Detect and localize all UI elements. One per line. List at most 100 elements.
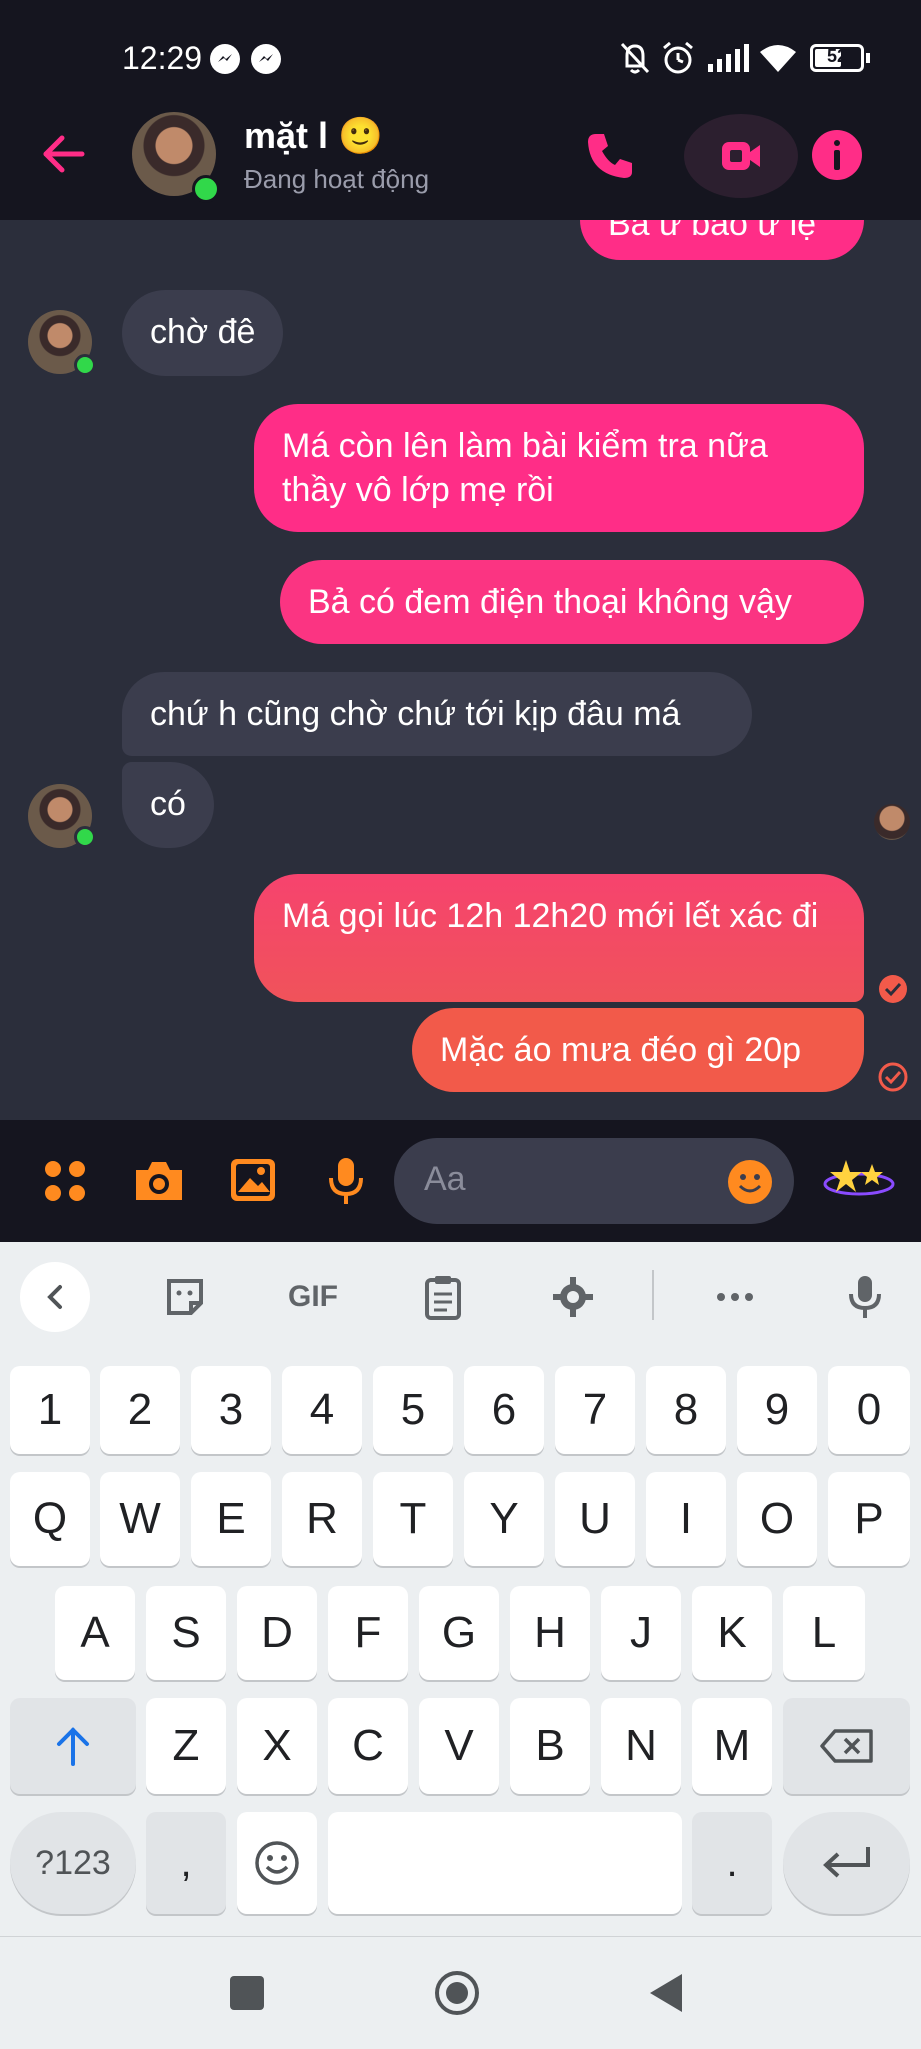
message-input-placeholder: Aa [424,1160,466,1198]
toolbar-divider [652,1270,654,1320]
key-r[interactable]: R [282,1472,362,1566]
key-q[interactable]: Q [10,1472,90,1566]
key-b[interactable]: B [510,1698,590,1794]
battery-tip [866,53,870,63]
gif-button[interactable]: GIF [278,1262,348,1332]
key-u[interactable]: U [555,1472,635,1566]
sent-check-icon [878,1062,908,1097]
key-5[interactable]: 5 [373,1366,453,1454]
message-bubble-in[interactable]: chứ h cũng chờ chứ tới kịp đâu má [122,672,752,756]
key-e[interactable]: E [191,1472,271,1566]
contact-name[interactable]: mặt l 🙂 [244,115,383,157]
key-8[interactable]: 8 [646,1366,726,1454]
back-arrow-icon[interactable] [40,130,88,183]
key-y[interactable]: Y [464,1472,544,1566]
online-indicator [74,826,96,848]
symbols-key[interactable]: ?123 [10,1812,136,1914]
message-bubble-out[interactable]: Bả ừ bảo ừ lệ [580,220,864,260]
key-0[interactable]: 0 [828,1366,910,1454]
message-text: Má gọi lúc 12h 12h20 mới lết xác đi [282,897,819,935]
key-4[interactable]: 4 [282,1366,362,1454]
enter-key[interactable] [783,1812,910,1914]
space-bar[interactable] [328,1812,682,1914]
sent-check-icon [878,974,908,1009]
phone-icon[interactable] [584,130,636,187]
key-s[interactable]: S [146,1586,226,1680]
key-a[interactable]: A [55,1586,135,1680]
more-icon[interactable] [700,1262,770,1332]
alarm-icon [660,40,696,81]
key-1[interactable]: 1 [10,1366,90,1454]
online-indicator [74,354,96,376]
message-bubble-out[interactable]: Má còn lên làm bài kiểm tra nữa thầy vô … [254,404,864,532]
key-7[interactable]: 7 [555,1366,635,1454]
message-bubble-out[interactable]: Mặc áo mưa đéo gì 20p [412,1008,864,1092]
enter-icon [822,1847,870,1878]
key-3[interactable]: 3 [191,1366,271,1454]
message-text: Mặc áo mưa đéo gì 20p [440,1031,802,1069]
backspace-icon [819,1729,873,1763]
effects-icon[interactable] [822,1152,896,1213]
back-button[interactable] [648,1972,684,2019]
messenger-icon [251,44,281,74]
message-text: chứ h cũng chờ chứ tới kịp đâu má [150,695,681,733]
emoji-key[interactable] [237,1812,317,1914]
emoji-icon[interactable] [726,1158,774,1211]
key-l[interactable]: L [783,1586,865,1680]
comma-key[interactable]: , [146,1812,226,1914]
clipboard-icon[interactable] [408,1262,478,1332]
key-k[interactable]: K [692,1586,772,1680]
voice-input-icon[interactable] [830,1262,900,1332]
key-p[interactable]: P [828,1472,910,1566]
keyboard-back-button[interactable] [20,1262,90,1332]
message-bubble-out[interactable]: Má gọi lúc 12h 12h20 mới lết xác đi [254,874,864,1002]
status-time: 12:29 [122,40,203,76]
message-text: Má còn lên làm bài kiểm tra nữa thầy vô … [282,427,768,509]
apps-icon[interactable] [42,1158,88,1209]
signal-icon [706,44,750,79]
key-i[interactable]: I [646,1472,726,1566]
info-icon[interactable] [812,130,862,180]
image-icon[interactable] [228,1156,278,1209]
period-key[interactable]: . [692,1812,772,1914]
key-f[interactable]: F [328,1586,408,1680]
message-text: Bả ừ bảo ừ lệ [608,220,817,243]
seen-avatar [874,804,910,840]
shift-arrow-icon [57,1727,89,1766]
video-icon [722,142,760,170]
key-w[interactable]: W [100,1472,180,1566]
key-x[interactable]: X [237,1698,317,1794]
battery-level: 52 [827,46,848,66]
message-bubble-out[interactable]: Bả có đem điện thoại không vậy [280,560,864,644]
key-n[interactable]: N [601,1698,681,1794]
key-m[interactable]: M [692,1698,772,1794]
key-9[interactable]: 9 [737,1366,817,1454]
home-button[interactable] [434,1970,480,2016]
key-g[interactable]: G [419,1586,499,1680]
key-6[interactable]: 6 [464,1366,544,1454]
sticker-icon[interactable] [150,1262,220,1332]
key-h[interactable]: H [510,1586,590,1680]
message-list[interactable]: Bả ừ bảo ừ lệ chờ đê Má còn lên làm bài … [0,220,921,1120]
key-t[interactable]: T [373,1472,453,1566]
microphone-icon[interactable] [328,1156,364,1211]
camera-icon[interactable] [132,1158,186,1209]
key-c[interactable]: C [328,1698,408,1794]
message-bubble-in[interactable]: có [122,762,214,848]
messenger-icon [210,44,240,74]
key-d[interactable]: D [237,1586,317,1680]
key-2[interactable]: 2 [100,1366,180,1454]
battery-icon: 52 [810,44,864,72]
shift-key[interactable] [10,1698,136,1794]
backspace-key[interactable] [783,1698,910,1794]
key-z[interactable]: Z [146,1698,226,1794]
message-text: chờ đê [150,313,256,351]
settings-gear-icon[interactable] [538,1262,608,1332]
key-o[interactable]: O [737,1472,817,1566]
key-v[interactable]: V [419,1698,499,1794]
message-bubble-in[interactable]: chờ đê [122,290,284,376]
video-call-button[interactable] [684,114,798,198]
mute-icon [618,40,652,81]
key-j[interactable]: J [601,1586,681,1680]
recents-button[interactable] [230,1976,264,2010]
